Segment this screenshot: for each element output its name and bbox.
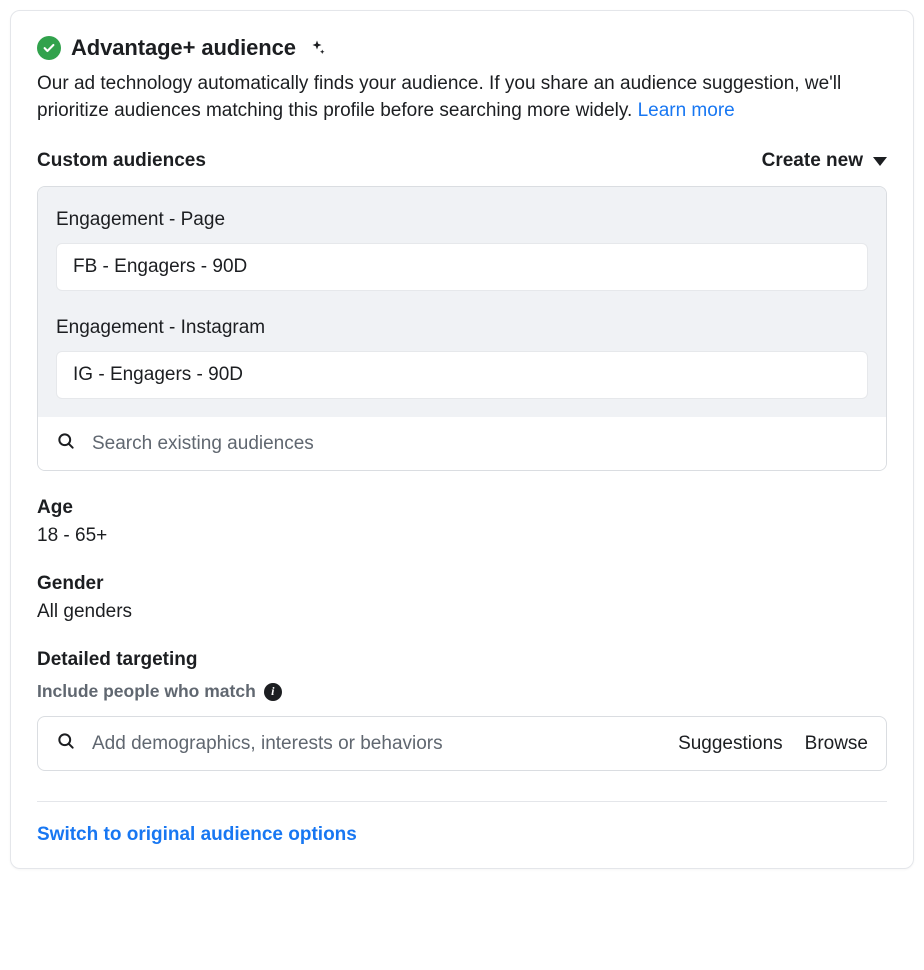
- gender-block: Gender All genders: [37, 573, 887, 623]
- custom-audiences-label: Custom audiences: [37, 150, 206, 172]
- detailed-targeting-label: Detailed targeting: [37, 649, 887, 671]
- search-audiences-row[interactable]: [38, 417, 886, 470]
- age-label: Age: [37, 497, 887, 519]
- learn-more-link[interactable]: Learn more: [638, 100, 735, 121]
- audience-chip[interactable]: IG - Engagers - 90D: [56, 351, 868, 399]
- audience-group-label: Engagement - Page: [56, 209, 868, 231]
- age-value: 18 - 65+: [37, 525, 887, 547]
- description: Our ad technology automatically finds yo…: [37, 71, 887, 124]
- audience-group-label: Engagement - Instagram: [56, 317, 868, 339]
- switch-to-original-link[interactable]: Switch to original audience options: [37, 824, 887, 846]
- gender-label: Gender: [37, 573, 887, 595]
- header-row: Advantage+ audience: [37, 35, 887, 61]
- browse-button[interactable]: Browse: [805, 733, 868, 755]
- sparkle-icon: [308, 39, 326, 57]
- search-audiences-input[interactable]: [90, 432, 868, 456]
- detailed-subtitle: Include people who match i: [37, 681, 887, 702]
- audience-chip[interactable]: FB - Engagers - 90D: [56, 243, 868, 291]
- custom-audiences-box: Engagement - Page FB - Engagers - 90D En…: [37, 186, 887, 471]
- search-icon: [56, 431, 76, 456]
- detailed-targeting-input[interactable]: [90, 732, 656, 756]
- age-block: Age 18 - 65+: [37, 497, 887, 547]
- advantage-plus-audience-card: Advantage+ audience Our ad technology au…: [10, 10, 914, 869]
- detailed-targeting-input-row[interactable]: Suggestions Browse: [37, 716, 887, 771]
- search-icon: [56, 731, 76, 756]
- check-circle-icon: [37, 36, 61, 60]
- info-icon[interactable]: i: [264, 683, 282, 701]
- custom-audiences-header: Custom audiences Create new: [37, 150, 887, 172]
- suggestions-button[interactable]: Suggestions: [678, 733, 783, 755]
- section-title: Advantage+ audience: [71, 35, 296, 61]
- divider: [37, 801, 887, 802]
- include-people-text: Include people who match: [37, 681, 256, 702]
- create-new-label: Create new: [762, 150, 863, 172]
- custom-audiences-selected: Engagement - Page FB - Engagers - 90D En…: [38, 187, 886, 417]
- caret-down-icon: [873, 157, 887, 166]
- gender-value: All genders: [37, 601, 887, 623]
- detailed-targeting-block: Detailed targeting Include people who ma…: [37, 649, 887, 771]
- create-new-dropdown[interactable]: Create new: [762, 150, 887, 172]
